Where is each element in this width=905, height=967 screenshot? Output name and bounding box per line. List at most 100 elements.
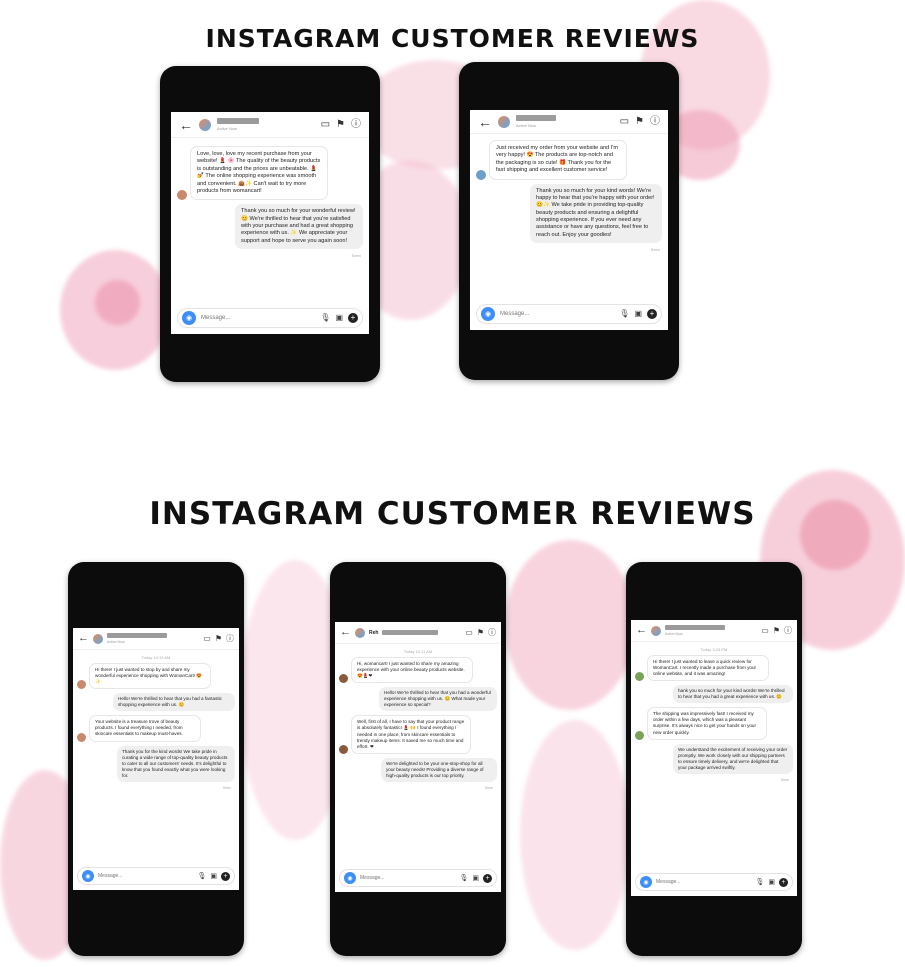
message-composer: ◉ 🎙 ▣ + bbox=[177, 308, 363, 328]
message-row: Thank you for the kind words! We take pr… bbox=[77, 745, 235, 782]
info-icon[interactable]: ⓘ bbox=[650, 116, 660, 127]
avatar[interactable] bbox=[199, 118, 211, 131]
avatar[interactable] bbox=[498, 115, 510, 128]
chat-screen: ← Active Now ▭ ⚑ ⓘ Just received my orde… bbox=[470, 110, 668, 330]
video-call-icon[interactable]: ▭ bbox=[620, 116, 629, 127]
chat-header: ← Active Now ▭ ⚑ ⓘ bbox=[470, 110, 668, 134]
gallery-icon[interactable]: ▣ bbox=[335, 314, 343, 322]
chat-header: ← Active Now ▭ ⚑ ⓘ bbox=[73, 628, 239, 650]
incoming-message: Hi there! I just wanted to leave a quick… bbox=[647, 655, 769, 682]
avatar[interactable] bbox=[93, 633, 103, 644]
flag-icon[interactable]: ⚑ bbox=[635, 116, 644, 127]
gallery-icon[interactable]: ▣ bbox=[472, 875, 479, 882]
chat-header: ← Active Now ▭ ⚑ ⓘ bbox=[171, 112, 369, 138]
gallery-icon[interactable]: ▣ bbox=[768, 879, 775, 886]
date-separator: Today 3:23 PM bbox=[700, 647, 728, 652]
camera-icon[interactable]: ◉ bbox=[344, 872, 356, 884]
message-list: Just received my order from your website… bbox=[470, 134, 668, 304]
camera-icon[interactable]: ◉ bbox=[182, 311, 196, 325]
chat-header: ← Active Now ▭ ⚑ ⓘ bbox=[631, 620, 797, 642]
outgoing-message: Thank you so much for your wonderful rev… bbox=[235, 204, 363, 250]
incoming-message: The shipping was impressively fast! I re… bbox=[647, 707, 767, 740]
microphone-icon[interactable]: 🎙 bbox=[320, 314, 330, 322]
camera-icon[interactable]: ◉ bbox=[481, 307, 495, 321]
video-call-icon[interactable]: ▭ bbox=[321, 119, 330, 130]
back-arrow-icon[interactable]: ← bbox=[179, 118, 193, 132]
back-arrow-icon[interactable]: ← bbox=[636, 625, 647, 636]
info-icon[interactable]: ⓘ bbox=[226, 634, 234, 643]
message-row: hank you so much for your kind words! We… bbox=[635, 685, 793, 704]
microphone-icon[interactable]: 🎙 bbox=[459, 875, 468, 882]
outgoing-message: Thank you for the kind words! We take pr… bbox=[117, 745, 235, 782]
phone-mockup-2: ← Active Now ▭ ⚑ ⓘ Just received my orde… bbox=[459, 62, 679, 380]
flag-icon[interactable]: ⚑ bbox=[215, 634, 222, 643]
message-input[interactable] bbox=[656, 879, 752, 885]
message-input[interactable] bbox=[500, 311, 615, 317]
username: Reh bbox=[369, 629, 379, 636]
microphone-icon[interactable]: 🎙 bbox=[755, 879, 764, 886]
flag-icon[interactable]: ⚑ bbox=[336, 119, 345, 130]
outgoing-message: Thank you so much for your kind words! W… bbox=[530, 183, 662, 244]
active-status: Active Now bbox=[107, 640, 125, 644]
message-input[interactable] bbox=[360, 875, 456, 881]
message-row: Well, first of all, I have to say that y… bbox=[339, 715, 497, 754]
back-arrow-icon[interactable]: ← bbox=[478, 115, 492, 129]
sender-avatar bbox=[635, 672, 644, 682]
chat-screen: ← Active Now ▭ ⚑ ⓘ Today 3:23 PM Hi ther… bbox=[631, 620, 797, 896]
incoming-message: Your website is a treasure trove of beau… bbox=[89, 715, 201, 742]
info-icon[interactable]: ⓘ bbox=[351, 119, 361, 130]
sender-avatar bbox=[339, 744, 348, 754]
sender-avatar bbox=[339, 674, 348, 684]
gallery-icon[interactable]: ▣ bbox=[210, 873, 217, 880]
outgoing-message: hank you so much for your kind words! We… bbox=[673, 685, 793, 704]
info-icon[interactable]: ⓘ bbox=[784, 626, 792, 635]
video-call-icon[interactable]: ▭ bbox=[203, 634, 211, 643]
plus-icon[interactable]: + bbox=[221, 871, 230, 881]
plus-icon[interactable]: + bbox=[348, 313, 358, 323]
message-list: Today 10:11 AM Hi, womancart! I just wan… bbox=[335, 644, 501, 869]
video-call-icon[interactable]: ▭ bbox=[465, 628, 473, 637]
camera-icon[interactable]: ◉ bbox=[640, 876, 652, 888]
plus-icon[interactable]: + bbox=[779, 877, 788, 887]
chat-screen: ← Active Now ▭ ⚑ ⓘ Love, love, love my r… bbox=[171, 112, 369, 334]
active-status: Active Now bbox=[516, 123, 537, 128]
incoming-message: Just received my order from your website… bbox=[489, 140, 627, 180]
message-list: Today 10:13 AM Hi there! I just wanted t… bbox=[73, 650, 239, 867]
page-heading-top: INSTAGRAM CUSTOMER REVIEWS bbox=[205, 24, 700, 53]
incoming-message: Well, first of all, I have to say that y… bbox=[351, 715, 471, 754]
sender-avatar bbox=[77, 732, 86, 742]
camera-icon[interactable]: ◉ bbox=[82, 870, 94, 882]
page-heading-bottom: INSTAGRAM CUSTOMER REVIEWS bbox=[149, 496, 756, 532]
flag-icon[interactable]: ⚑ bbox=[773, 626, 780, 635]
date-separator: Today 10:13 AM bbox=[141, 655, 171, 660]
flag-icon[interactable]: ⚑ bbox=[477, 628, 484, 637]
outgoing-message: Hello! We're thrilled to hear that you h… bbox=[379, 687, 497, 712]
sender-avatar bbox=[177, 190, 187, 201]
message-composer: ◉ 🎙 ▣ + bbox=[77, 867, 235, 885]
phone-mockup-1: ← Active Now ▭ ⚑ ⓘ Love, love, love my r… bbox=[160, 66, 380, 382]
info-icon[interactable]: ⓘ bbox=[488, 628, 496, 637]
message-input[interactable] bbox=[98, 873, 194, 879]
back-arrow-icon[interactable]: ← bbox=[78, 633, 89, 644]
plus-icon[interactable]: + bbox=[647, 309, 657, 319]
plus-icon[interactable]: + bbox=[483, 873, 492, 883]
avatar[interactable] bbox=[355, 627, 365, 638]
gallery-icon[interactable]: ▣ bbox=[634, 310, 642, 318]
message-row: Hello! We're thrilled to hear that you h… bbox=[339, 687, 497, 712]
microphone-icon[interactable]: 🎙 bbox=[197, 873, 206, 880]
message-list: Love, love, love my recent purchase from… bbox=[171, 138, 369, 308]
message-row: Hi, womancart! I just wanted to share my… bbox=[339, 657, 497, 684]
message-input[interactable] bbox=[201, 315, 316, 321]
microphone-icon[interactable]: 🎙 bbox=[619, 310, 629, 318]
avatar[interactable] bbox=[651, 625, 661, 636]
redacted-username bbox=[217, 118, 259, 124]
message-row: Thank you so much for your kind words! W… bbox=[476, 183, 662, 244]
outgoing-message: We're delighted to be your one-stop-shop… bbox=[381, 757, 497, 782]
redacted-username bbox=[516, 115, 556, 121]
active-status: Active Now bbox=[217, 126, 238, 131]
seen-indicator: Seen bbox=[484, 785, 493, 790]
chat-screen: ← Reh ▭ ⚑ ⓘ Today 10:11 AM Hi, womancart… bbox=[335, 622, 501, 892]
back-arrow-icon[interactable]: ← bbox=[340, 627, 351, 638]
message-row: We understand the excitement of receivin… bbox=[635, 743, 793, 774]
video-call-icon[interactable]: ▭ bbox=[761, 626, 769, 635]
